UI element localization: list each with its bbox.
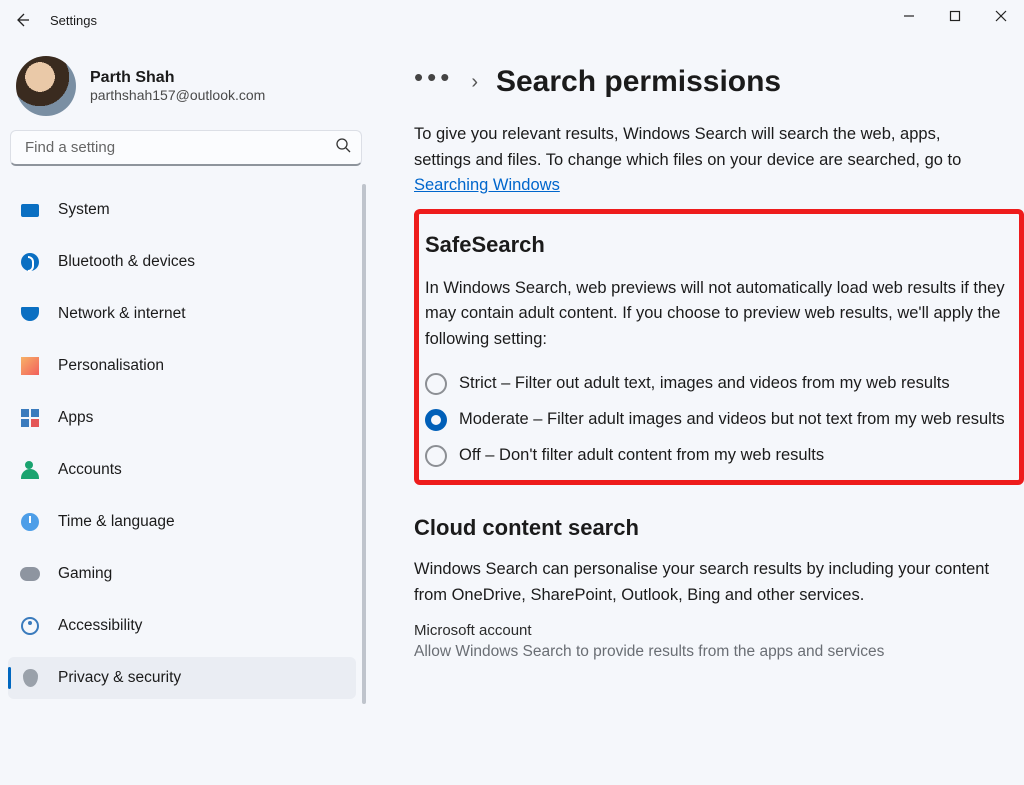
person-icon xyxy=(20,460,40,480)
search-box[interactable] xyxy=(10,130,362,166)
wifi-icon xyxy=(20,304,40,324)
sidebar-item-label: Privacy & security xyxy=(58,669,181,687)
safesearch-desc: In Windows Search, web previews will not… xyxy=(425,276,1011,353)
sidebar-item-label: Gaming xyxy=(58,565,112,583)
profile-name: Parth Shah xyxy=(90,69,265,87)
minimize-button[interactable] xyxy=(886,0,932,32)
back-button[interactable] xyxy=(4,2,40,38)
sidebar-item-label: Network & internet xyxy=(58,305,186,323)
safesearch-option-strict[interactable]: Strict – Filter out adult text, images a… xyxy=(425,372,1011,396)
gamepad-icon xyxy=(20,564,40,584)
close-button[interactable] xyxy=(978,0,1024,32)
sidebar-item-label: Personalisation xyxy=(58,357,164,375)
sidebar-item-time[interactable]: Time & language xyxy=(8,501,356,543)
clock-icon xyxy=(20,512,40,532)
searching-windows-link[interactable]: Searching Windows xyxy=(414,176,560,194)
avatar xyxy=(16,56,76,116)
chevron-right-icon: › xyxy=(471,71,478,94)
page-title: Search permissions xyxy=(496,65,781,99)
profile-email: parthshah157@outlook.com xyxy=(90,87,265,103)
radio-label: Off – Don't filter adult content from my… xyxy=(459,444,824,468)
safesearch-heading: SafeSearch xyxy=(425,232,1011,258)
sidebar-item-bluetooth[interactable]: Bluetooth & devices xyxy=(8,241,356,283)
sidebar-item-label: Bluetooth & devices xyxy=(58,253,195,271)
page-intro: To give you relevant results, Windows Se… xyxy=(414,122,994,199)
sidebar-item-label: Accounts xyxy=(58,461,122,479)
cloud-heading: Cloud content search xyxy=(414,515,1024,541)
shield-icon xyxy=(20,668,40,688)
radio-label: Strict – Filter out adult text, images a… xyxy=(459,372,950,396)
sidebar-item-accessibility[interactable]: Accessibility xyxy=(8,605,356,647)
brush-icon xyxy=(20,356,40,376)
accessibility-icon xyxy=(20,616,40,636)
cloud-desc: Windows Search can personalise your sear… xyxy=(414,557,994,608)
search-icon xyxy=(335,137,351,158)
sidebar-item-label: Time & language xyxy=(58,513,175,531)
safesearch-option-moderate[interactable]: Moderate – Filter adult images and video… xyxy=(425,408,1011,432)
search-input[interactable] xyxy=(23,138,335,157)
breadcrumb-overflow-icon[interactable]: ••• xyxy=(414,64,453,100)
radio-icon xyxy=(425,409,447,431)
radio-label: Moderate – Filter adult images and video… xyxy=(459,408,1005,432)
sidebar-item-apps[interactable]: Apps xyxy=(8,397,356,439)
sidebar-item-system[interactable]: System xyxy=(8,189,356,231)
sidebar-item-network[interactable]: Network & internet xyxy=(8,293,356,335)
sidebar-item-label: Apps xyxy=(58,409,93,427)
maximize-button[interactable] xyxy=(932,0,978,32)
sidebar-scrollbar[interactable] xyxy=(362,184,366,704)
cloud-sub-label: Microsoft account xyxy=(414,622,1024,639)
radio-icon xyxy=(425,373,447,395)
safesearch-option-off[interactable]: Off – Don't filter adult content from my… xyxy=(425,444,1011,468)
sidebar-item-gaming[interactable]: Gaming xyxy=(8,553,356,595)
sidebar-item-accounts[interactable]: Accounts xyxy=(8,449,356,491)
sidebar-item-privacy[interactable]: Privacy & security xyxy=(8,657,356,699)
profile-block[interactable]: Parth Shah parthshah157@outlook.com xyxy=(6,50,366,130)
cloud-sub-desc: Allow Windows Search to provide results … xyxy=(414,643,994,661)
window-title: Settings xyxy=(50,13,97,28)
system-icon xyxy=(20,200,40,220)
bluetooth-icon xyxy=(20,252,40,272)
sidebar-item-label: System xyxy=(58,201,110,219)
radio-icon xyxy=(425,445,447,467)
sidebar-item-label: Accessibility xyxy=(58,617,142,635)
safesearch-section: SafeSearch In Windows Search, web previe… xyxy=(414,209,1024,485)
sidebar-item-personalisation[interactable]: Personalisation xyxy=(8,345,356,387)
apps-icon xyxy=(20,408,40,428)
